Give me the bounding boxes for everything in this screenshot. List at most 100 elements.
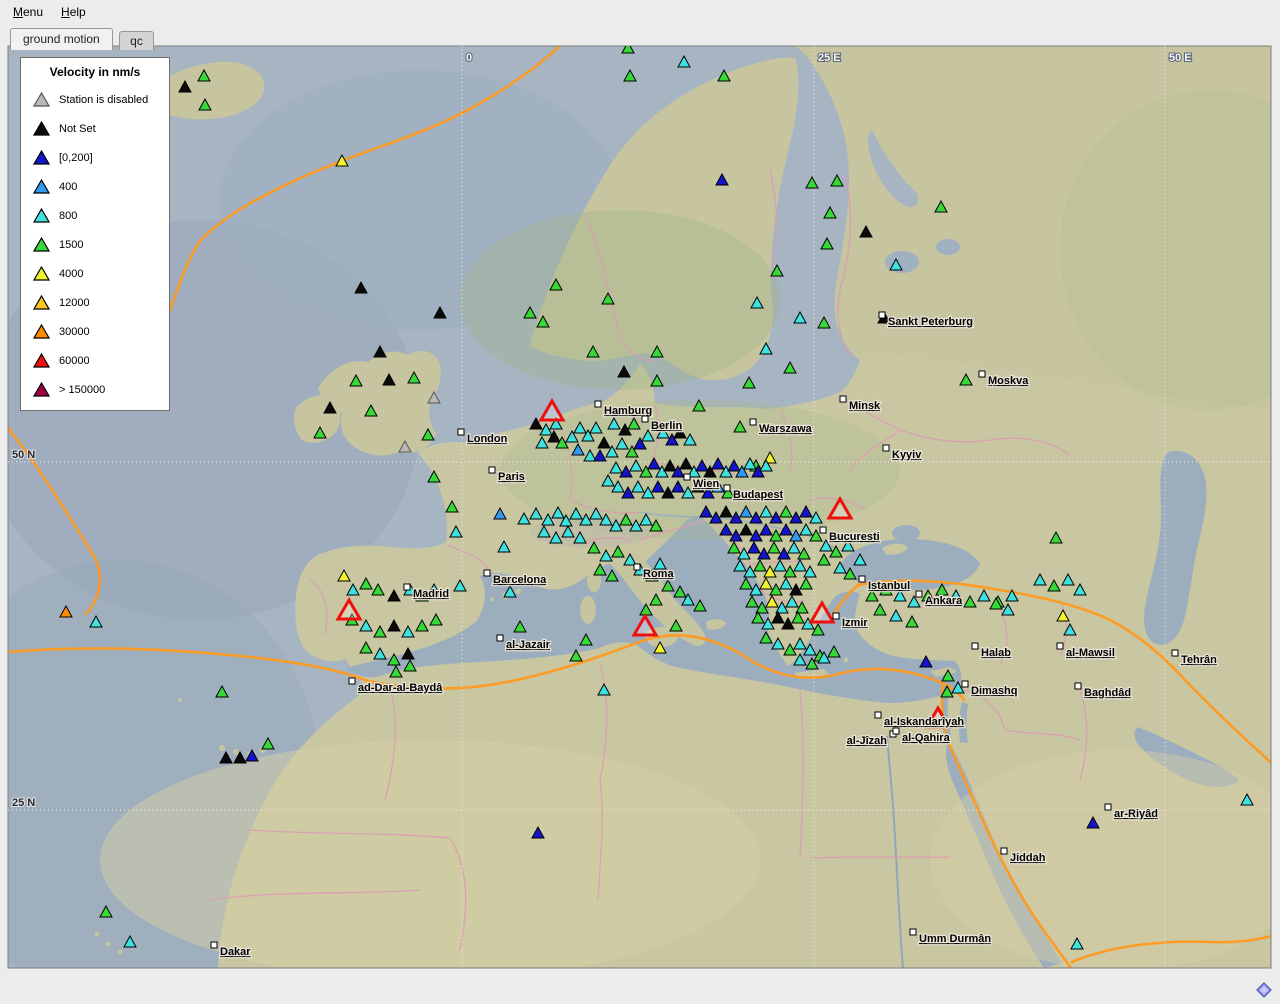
station-marker[interactable] (360, 578, 372, 589)
station-marker[interactable] (734, 560, 746, 571)
station-marker[interactable] (651, 375, 663, 386)
station-marker[interactable] (347, 584, 359, 595)
station-marker[interactable] (734, 421, 746, 432)
station-marker[interactable] (754, 560, 766, 571)
station-marker[interactable] (246, 750, 258, 761)
station-marker[interactable] (100, 906, 112, 917)
station-marker[interactable] (606, 570, 618, 581)
station-marker[interactable] (651, 346, 663, 357)
station-marker[interactable] (552, 507, 564, 518)
station-marker[interactable] (1006, 590, 1018, 601)
station-marker[interactable] (598, 437, 610, 448)
station-marker[interactable] (768, 542, 780, 553)
station-marker[interactable] (1074, 584, 1086, 595)
station-marker[interactable] (570, 650, 582, 661)
station-marker[interactable] (824, 207, 836, 218)
station-marker[interactable] (696, 460, 708, 471)
station-marker[interactable] (374, 648, 386, 659)
tab-ground-motion[interactable]: ground motion (10, 28, 113, 50)
station-marker[interactable] (514, 621, 526, 632)
station-marker[interactable] (716, 174, 728, 185)
station-marker[interactable] (399, 441, 411, 452)
station-marker[interactable] (794, 560, 806, 571)
station-marker[interactable] (124, 936, 136, 947)
station-marker[interactable] (831, 175, 843, 186)
station-marker[interactable] (594, 450, 606, 461)
station-marker[interactable] (216, 686, 228, 697)
station-marker[interactable] (572, 444, 584, 455)
station-marker[interactable] (612, 546, 624, 557)
station-marker[interactable] (1087, 817, 1099, 828)
station-marker[interactable] (360, 642, 372, 653)
menu-button[interactable]: Menu (4, 2, 52, 22)
station-marker[interactable] (772, 638, 784, 649)
station-marker[interactable] (587, 346, 599, 357)
station-marker[interactable] (818, 317, 830, 328)
alert-station-marker[interactable] (829, 499, 851, 518)
station-marker[interactable] (504, 586, 516, 597)
station-marker[interactable] (532, 827, 544, 838)
station-marker[interactable] (800, 578, 812, 589)
station-marker[interactable] (800, 524, 812, 535)
station-marker[interactable] (338, 570, 350, 581)
station-marker[interactable] (780, 506, 792, 517)
station-marker[interactable] (584, 450, 596, 461)
station-marker[interactable] (450, 526, 462, 537)
station-marker[interactable] (590, 422, 602, 433)
station-marker[interactable] (1048, 580, 1060, 591)
station-marker[interactable] (794, 312, 806, 323)
station-marker[interactable] (935, 201, 947, 212)
station-marker[interactable] (960, 374, 972, 385)
station-marker[interactable] (390, 666, 402, 677)
station-marker[interactable] (800, 506, 812, 517)
station-marker[interactable] (434, 307, 446, 318)
station-marker[interactable] (978, 590, 990, 601)
station-marker[interactable] (574, 532, 586, 543)
station-marker[interactable] (624, 554, 636, 565)
station-marker[interactable] (751, 297, 763, 308)
station-marker[interactable] (598, 684, 610, 695)
station-marker[interactable] (818, 554, 830, 565)
station-marker[interactable] (760, 506, 772, 517)
station-marker[interactable] (622, 42, 634, 53)
station-marker[interactable] (632, 481, 644, 492)
station-marker[interactable] (402, 648, 414, 659)
station-marker[interactable] (536, 437, 548, 448)
station-marker[interactable] (428, 471, 440, 482)
station-marker[interactable] (199, 99, 211, 110)
station-marker[interactable] (454, 580, 466, 591)
station-marker[interactable] (936, 584, 948, 595)
station-marker[interactable] (760, 632, 772, 643)
station-marker[interactable] (720, 506, 732, 517)
station-marker[interactable] (408, 372, 420, 383)
station-marker[interactable] (428, 392, 440, 403)
station-marker[interactable] (662, 580, 674, 591)
station-marker[interactable] (355, 282, 367, 293)
station-marker[interactable] (828, 646, 840, 657)
station-marker[interactable] (654, 642, 666, 653)
station-marker[interactable] (1064, 624, 1076, 635)
station-marker[interactable] (1241, 794, 1253, 805)
station-marker[interactable] (550, 279, 562, 290)
station-marker[interactable] (594, 564, 606, 575)
help-menu-button[interactable]: Help (52, 2, 95, 22)
tab-qc[interactable]: qc (119, 31, 154, 50)
station-marker[interactable] (616, 438, 628, 449)
station-marker[interactable] (664, 460, 676, 471)
station-marker[interactable] (524, 307, 536, 318)
station-marker[interactable] (550, 532, 562, 543)
station-marker[interactable] (620, 514, 632, 525)
station-marker[interactable] (740, 578, 752, 589)
station-marker[interactable] (640, 604, 652, 615)
alert-station-marker[interactable] (338, 600, 360, 619)
station-marker[interactable] (740, 506, 752, 517)
station-marker[interactable] (518, 513, 530, 524)
station-marker[interactable] (624, 70, 636, 81)
station-marker[interactable] (314, 427, 326, 438)
station-marker[interactable] (860, 226, 872, 237)
station-marker[interactable] (834, 562, 846, 573)
station-marker[interactable] (498, 541, 510, 552)
station-marker[interactable] (890, 259, 902, 270)
station-marker[interactable] (772, 612, 784, 623)
station-marker[interactable] (674, 586, 686, 597)
